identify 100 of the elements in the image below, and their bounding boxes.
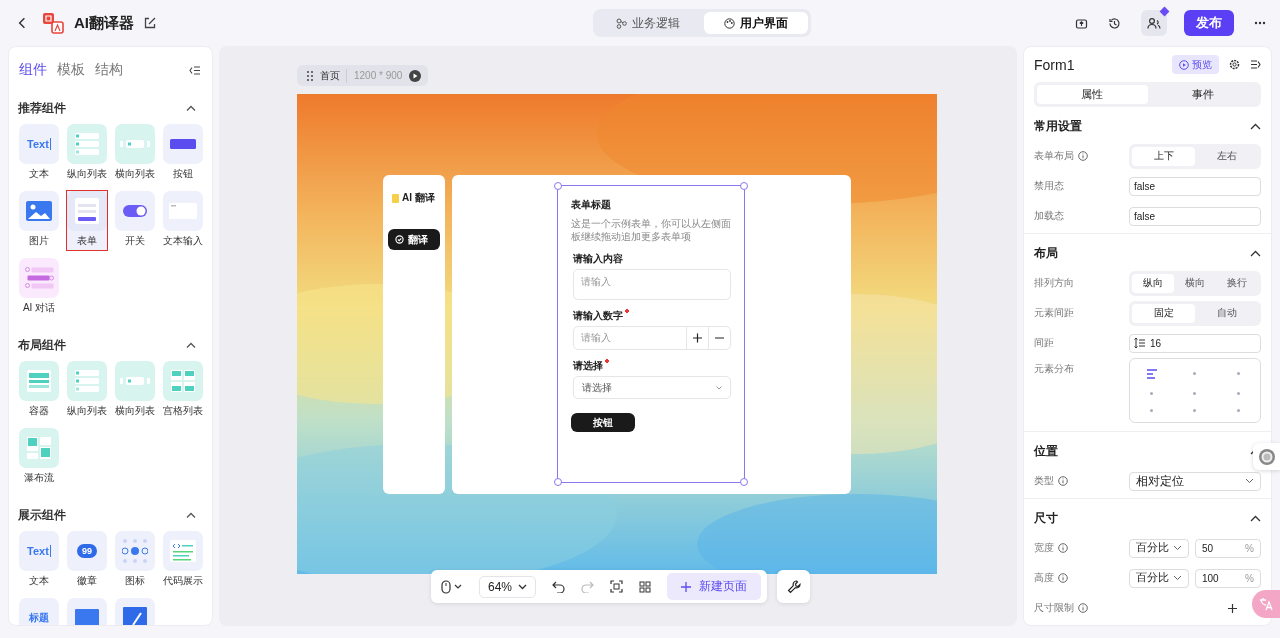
size-input[interactable]: 100 % — [1195, 568, 1261, 588]
field-label: 请选择 — [573, 359, 609, 373]
nodes-icon — [615, 17, 627, 29]
property-label: 表单布局 — [1034, 149, 1074, 163]
size-input[interactable]: 50 % — [1195, 538, 1261, 558]
waterfall-icon — [27, 437, 51, 459]
chevron-down-icon — [1173, 545, 1182, 551]
chevron-icon[interactable] — [186, 342, 196, 348]
info-icon[interactable] — [1058, 573, 1068, 583]
property-label: 加载态 — [1034, 209, 1064, 223]
users-icon — [1147, 16, 1161, 30]
drag-handle-icon[interactable] — [307, 70, 313, 81]
segment-option[interactable]: 纵向 — [1132, 273, 1174, 293]
code-icon — [170, 540, 196, 562]
grid-icon[interactable] — [639, 580, 652, 593]
component-item[interactable]: 表单 — [66, 190, 108, 251]
play-icon — [1179, 59, 1189, 70]
chevron-icon[interactable] — [186, 512, 196, 518]
section-title: 布局 — [1034, 244, 1058, 262]
chevron-icon[interactable] — [1250, 122, 1261, 130]
settings-icon[interactable] — [1229, 59, 1240, 70]
info-icon[interactable] — [1078, 151, 1088, 161]
edit-icon[interactable] — [144, 17, 156, 29]
text-input[interactable]: false — [1129, 206, 1261, 226]
unit-select[interactable]: 百分比 — [1129, 538, 1189, 558]
form[interactable]: 表单标题 这是一个示例表单，你可以从左侧面板继续拖动追加更多表单项 请输入内容 请输入 请输入数字 请输入 请选择 请选择 按钮 — [557, 185, 745, 483]
segment-option[interactable]: 上下 — [1132, 146, 1195, 166]
history-icon[interactable] — [1108, 16, 1121, 30]
component-title: Form1 — [1034, 56, 1076, 73]
select-field[interactable]: 相对定位 — [1129, 471, 1261, 491]
info-icon[interactable] — [1058, 476, 1068, 486]
mouse-icon — [441, 579, 463, 594]
segment-option[interactable]: 固定 — [1132, 303, 1195, 323]
dot-icon — [1150, 392, 1154, 396]
unit-select[interactable]: 百分比 — [1129, 568, 1189, 588]
fit-screen-icon[interactable] — [610, 580, 624, 593]
image-icon — [75, 609, 99, 625]
section-title: 常用设置 — [1034, 117, 1082, 135]
play-icon[interactable] — [409, 69, 422, 82]
row-list-icon — [120, 140, 150, 148]
translate-logo-icon — [42, 12, 64, 34]
align-left-icon — [1145, 368, 1158, 379]
segment-option[interactable]: 换行 — [1216, 273, 1258, 293]
preview-button[interactable]: 预览 — [1172, 55, 1219, 74]
panel-tab[interactable]: 结构 — [95, 61, 123, 79]
info-icon[interactable] — [1058, 543, 1068, 553]
select-field[interactable]: 请选择 — [573, 376, 731, 399]
form-icon — [75, 198, 99, 224]
mode-tab[interactable]: 用户界面 — [703, 12, 808, 34]
submit-button[interactable]: 按钮 — [571, 413, 635, 432]
info-icon[interactable] — [1078, 603, 1088, 613]
page-bar[interactable]: 首页 1200 * 900 — [297, 65, 429, 86]
pointer-tool-button[interactable] — [441, 579, 463, 594]
section-title: 尺寸 — [1034, 509, 1058, 527]
publish-button[interactable]: 发布 — [1184, 10, 1234, 36]
translate-icon — [1259, 597, 1273, 611]
panel-tab[interactable]: 事件 — [1147, 85, 1258, 104]
add-icon[interactable] — [1228, 603, 1237, 613]
panel-tab[interactable]: 模板 — [57, 61, 85, 79]
chevron-icon[interactable] — [186, 105, 196, 111]
mode-tab[interactable]: 业务逻辑 — [595, 12, 700, 34]
property-label: 禁用态 — [1034, 179, 1064, 193]
export-icon[interactable] — [1075, 16, 1088, 30]
text-sample: Text — [27, 138, 51, 150]
chevron-down-icon — [1245, 478, 1254, 484]
collaborators-button[interactable] — [1141, 10, 1167, 36]
container-icon — [27, 370, 51, 392]
heading-sample: 标题 — [29, 611, 49, 625]
plus-icon — [681, 581, 692, 592]
segment-option[interactable]: 左右 — [1195, 146, 1258, 166]
segment-option[interactable]: 横向 — [1174, 273, 1216, 293]
palette-icon — [723, 17, 735, 29]
dot-icon — [1236, 409, 1240, 413]
app-name: AI 翻译 — [402, 191, 435, 205]
undo-icon[interactable] — [552, 580, 566, 593]
form-description: 这是一个示例表单，你可以从左侧面板继续拖动追加更多表单项 — [571, 218, 731, 243]
panel-tab[interactable]: 属性 — [1037, 85, 1148, 104]
collapse-panel-icon[interactable] — [189, 65, 200, 75]
chevron-down-icon — [716, 385, 722, 390]
more-icon[interactable] — [1254, 21, 1266, 25]
chevron-down-icon — [1173, 575, 1182, 581]
back-icon[interactable] — [18, 17, 26, 29]
row-list-icon — [120, 377, 150, 385]
collapse-panel-icon[interactable] — [1250, 60, 1261, 69]
chevron-icon[interactable] — [1250, 514, 1261, 522]
section-title: 布局组件 — [18, 336, 66, 354]
assistant-button[interactable] — [1253, 443, 1280, 470]
spacing-input[interactable]: 16 — [1129, 333, 1261, 353]
chevron-down-icon — [518, 583, 528, 590]
chevron-icon[interactable] — [1250, 249, 1261, 257]
panel-tab[interactable]: 组件 — [19, 61, 47, 79]
new-page-button[interactable]: 新建页面 — [667, 573, 762, 600]
component-item[interactable]: 标题 — [18, 597, 60, 625]
tools-button[interactable] — [777, 570, 811, 603]
nav-item[interactable]: 翻译 — [388, 229, 440, 250]
dot-icon — [1236, 372, 1240, 376]
zoom-dropdown[interactable]: 64% — [479, 575, 537, 598]
segment-option[interactable]: 自动 — [1195, 303, 1258, 323]
button-icon — [170, 139, 196, 149]
text-input[interactable]: false — [1129, 176, 1261, 196]
